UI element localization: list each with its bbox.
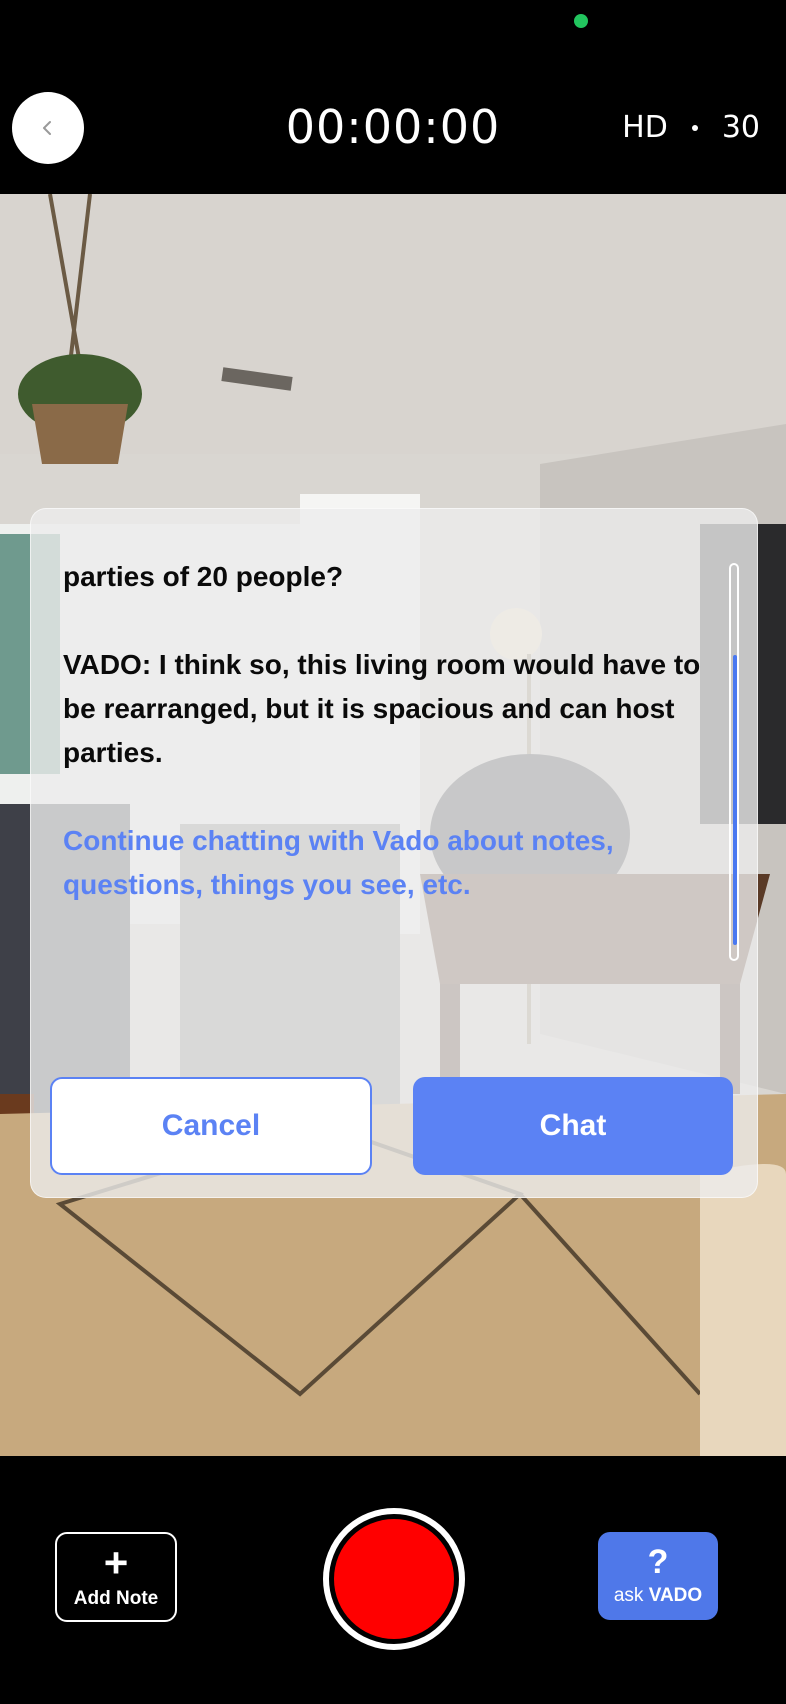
question-icon: ?	[647, 1543, 669, 1581]
user-message: think this living room would be able to …	[63, 561, 344, 592]
chat-scrollbar-thumb[interactable]	[733, 655, 737, 945]
vado-response: VADO: I think so, this living room would…	[63, 649, 701, 768]
fps-label: 30	[721, 110, 760, 145]
record-icon	[334, 1519, 454, 1639]
separator-dot	[691, 124, 698, 131]
record-button[interactable]	[323, 1508, 465, 1650]
ask-vado-label: ask VADO	[614, 1585, 702, 1607]
ask-vado-button[interactable]: ? ask VADO	[598, 1532, 718, 1620]
plus-icon: +	[103, 1539, 129, 1586]
chat-button[interactable]: Chat	[413, 1077, 733, 1175]
quality-label: HD	[622, 110, 668, 145]
camera-screen: 00:00:00 HD 30 parties of 20 people? VAD…	[0, 0, 786, 1704]
cancel-button[interactable]: Cancel	[50, 1077, 372, 1175]
top-bar: 00:00:00 HD 30	[0, 0, 786, 194]
ask-brand: VADO	[648, 1585, 703, 1606]
ask-prefix: ask	[613, 1585, 644, 1606]
bottom-bar: + Add Note ? ask VADO	[0, 1456, 786, 1704]
add-note-button[interactable]: + Add Note	[55, 1532, 177, 1622]
add-note-label: Add Note	[73, 1588, 159, 1609]
continue-chat-prompt[interactable]: Continue chatting with Vado about notes,…	[63, 819, 703, 907]
chat-transcript[interactable]: think this living room would be able to …	[63, 555, 703, 955]
vado-chat-dialog: think this living room would be able to …	[30, 508, 758, 1198]
recording-settings[interactable]: HD 30	[622, 110, 760, 145]
chat-scrollbar[interactable]	[729, 563, 739, 961]
camera-active-indicator	[574, 14, 588, 28]
